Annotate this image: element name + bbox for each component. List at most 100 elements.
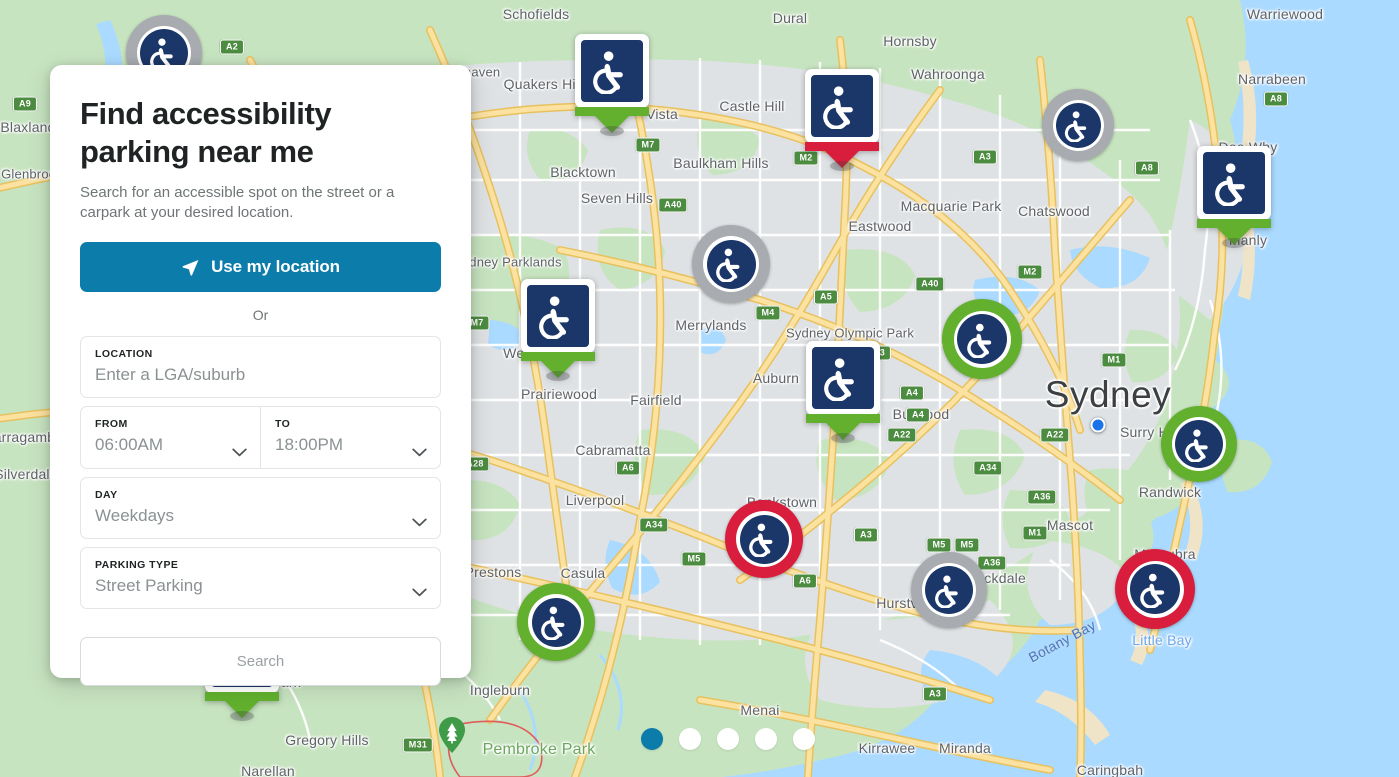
marker-inner-ring [1172,417,1226,471]
marker-inner-disc [957,314,1007,364]
map-marker-accessible-parking[interactable] [725,500,842,617]
marker-tile [811,75,873,137]
marker-square-body[interactable] [805,69,879,171]
marker-tile [1203,152,1265,214]
marker-status-bar [805,142,879,151]
map-marker-accessible-parking[interactable] [1042,89,1150,197]
accessibility-parking-app: Schofields Dural Hornsby Warriewood Wahroong… [0,0,1399,777]
marker-tile [581,40,643,102]
marker-tile [812,347,874,409]
search-card: Find accessibility parking near me Searc… [50,65,471,687]
marker-shadow [600,126,624,136]
marker-inner-disc [739,514,789,564]
current-location-dot [1090,417,1106,433]
marker-inner-disc [531,597,581,647]
to-field[interactable]: TO 18:00PM [260,407,440,468]
wheelchair-icon [820,355,866,401]
marker-inner-disc [1130,564,1180,614]
marker-inner-ring [528,594,584,650]
map-marker-accessible-parking[interactable] [517,583,634,700]
marker-square-body[interactable] [1197,146,1271,248]
map-marker-accessible-parking[interactable] [1161,406,1275,520]
marker-status-bar [806,414,880,423]
location-input[interactable] [95,364,426,386]
marker-status-bar [575,107,649,116]
wheelchair-icon [535,293,581,339]
marker-circle-body[interactable] [911,552,987,628]
marker-circle-body[interactable] [1042,89,1114,161]
marker-circle-body[interactable] [1115,549,1195,629]
marker-inner-ring [1126,560,1184,618]
wheelchair-icon [964,321,1001,358]
marker-plate [806,341,880,415]
marker-circle-body[interactable] [517,583,595,661]
or-divider-label: Or [252,307,269,324]
map-marker-accessible-parking[interactable] [205,619,316,777]
map-marker-accessible-parking[interactable] [521,279,632,477]
wheelchair-icon [1062,109,1095,142]
from-field-label: FROM [95,418,128,431]
day-field-group: DAY Weekdays [80,476,441,539]
map-marker-accessible-parking[interactable] [942,299,1062,419]
marker-status-bar [1197,219,1271,228]
marker-status-bar [205,692,279,701]
parking-type-value: Street Parking [95,575,203,595]
marker-inner-disc [1055,102,1101,148]
day-field-label: DAY [95,488,118,501]
marker-shadow [831,433,855,443]
marker-inner-ring [736,511,792,567]
use-my-location-button[interactable]: Use my location [80,242,441,293]
pagination-dot-3[interactable] [717,728,739,750]
from-field[interactable]: FROM 06:00AM [81,407,260,467]
marker-inner-ring [1052,99,1104,151]
marker-inner-ring [953,310,1011,368]
map-marker-accessible-parking[interactable] [805,69,916,267]
search-button[interactable]: Search [80,637,441,687]
marker-inner-ring [922,563,976,617]
pagination-dot-5[interactable] [793,728,815,750]
map-marker-accessible-parking[interactable] [806,341,917,539]
location-field[interactable]: LOCATION [81,337,440,397]
wheelchair-icon [538,604,574,640]
wheelchair-icon [713,246,749,282]
day-value: Weekdays [95,505,175,525]
wheelchair-icon [1137,571,1174,608]
marker-inner-ring [703,236,759,292]
page-subtitle: Search for an accessible spot on the str… [80,183,395,221]
use-my-location-label: Use my location [211,257,340,277]
page-title: Find accessibility parking near me [80,95,441,171]
marker-plate [805,69,879,143]
marker-circle-body[interactable] [692,225,770,303]
map-marker-accessible-parking[interactable] [911,552,1025,666]
marker-circle-body[interactable] [1161,406,1237,482]
pagination-dot-1[interactable] [641,728,663,750]
pagination-dot-2[interactable] [679,728,701,750]
day-field[interactable]: DAY Weekdays [81,478,440,538]
marker-square-body[interactable] [521,279,595,381]
marker-inner-disc [1175,420,1223,468]
map-marker-accessible-parking[interactable] [692,225,809,342]
location-field-label: LOCATION [95,348,153,361]
marker-circle-body[interactable] [942,299,1022,379]
marker-tile [527,285,589,347]
wheelchair-icon [932,573,967,608]
map-marker-accessible-parking[interactable] [575,34,686,232]
to-value: 18:00PM [275,435,344,455]
marker-inner-disc [706,239,756,289]
marker-shadow [546,371,570,381]
pagination-dot-4[interactable] [755,728,777,750]
marker-shadow [1222,238,1246,248]
marker-plate [575,34,649,108]
location-field-group: LOCATION [80,336,441,399]
page-title-line1: Find accessibility [80,96,332,131]
marker-circle-body[interactable] [725,500,803,578]
wheelchair-icon [589,48,635,94]
map-marker-accessible-parking[interactable] [1197,146,1308,344]
map-marker-accessible-parking[interactable] [1115,549,1235,669]
marker-plate [521,279,595,353]
carousel-pagination[interactable] [641,728,815,750]
marker-square-body[interactable] [806,341,880,443]
marker-square-body[interactable] [575,34,649,136]
parking-type-field[interactable]: PARKING TYPE Street Parking [81,548,440,608]
location-arrow-icon [181,258,200,277]
